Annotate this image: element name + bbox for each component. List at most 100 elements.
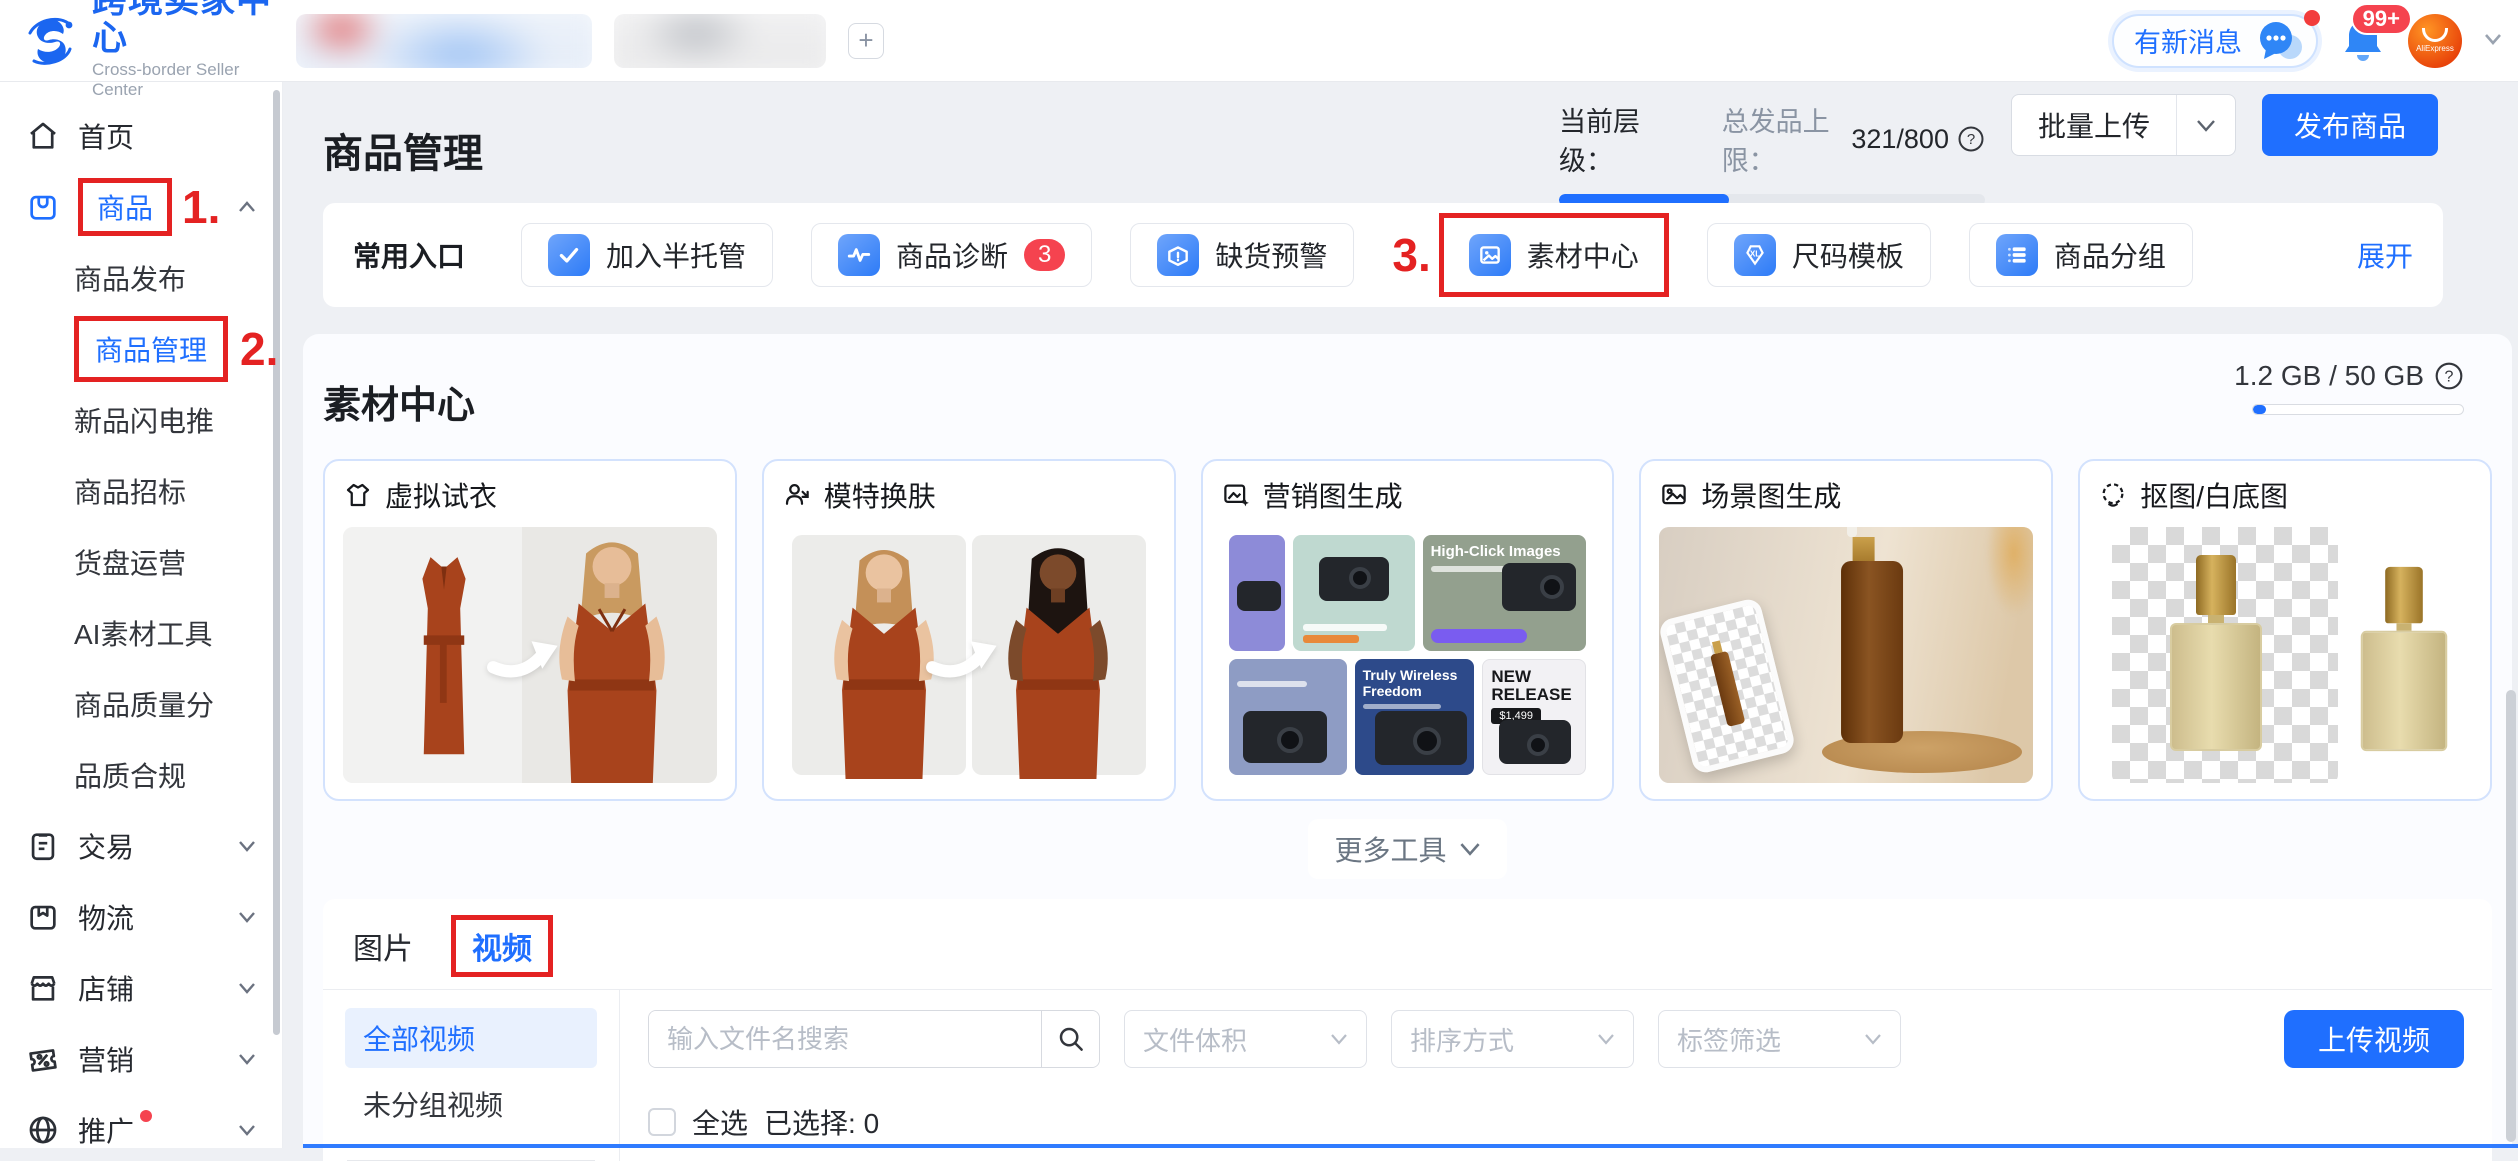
tool-card-title: 营销图生成 bbox=[1263, 475, 1403, 515]
storage-question-circle-icon[interactable]: ? bbox=[2434, 361, 2464, 391]
chevron-down-icon[interactable] bbox=[238, 1124, 256, 1136]
quick-entry-size-template[interactable]: XL 尺码模板 bbox=[1707, 223, 1931, 287]
annotation-box-4: 视频 bbox=[451, 915, 553, 977]
tool-card-preview bbox=[1659, 527, 2033, 783]
tool-card-scene-image[interactable]: 场景图生成 bbox=[1639, 459, 2053, 801]
filter-label: 排序方式 bbox=[1410, 1021, 1514, 1058]
tool-card-virtual-tryon[interactable]: 虚拟试衣 bbox=[323, 459, 737, 801]
question-circle-icon[interactable]: ? bbox=[1957, 125, 1985, 153]
sidebar-item-product-management[interactable]: 商品管理 2. bbox=[0, 325, 282, 373]
sidebar-item-label: 商品管理 bbox=[95, 329, 207, 369]
account-avatar[interactable]: AliExpress bbox=[2408, 14, 2462, 68]
filter-sort-order[interactable]: 排序方式 bbox=[1391, 1010, 1634, 1068]
tool-card-cutout[interactable]: 抠图/白底图 bbox=[2078, 459, 2492, 801]
file-search-box[interactable] bbox=[648, 1010, 1100, 1068]
image-frame-icon bbox=[1659, 480, 1689, 510]
filter-file-size[interactable]: 文件体积 bbox=[1124, 1010, 1367, 1068]
tab-video[interactable]: 视频 bbox=[472, 933, 532, 966]
sidebar-item-product-publish[interactable]: 商品发布 bbox=[0, 254, 282, 302]
sidebar-nav: 首页 商品 1. 商品发布 商品管理 2. 新品闪电推 商品招标 货盘运营 AI… bbox=[0, 82, 283, 1148]
page-scrollbar[interactable] bbox=[2506, 690, 2516, 1142]
chevron-down-icon[interactable] bbox=[238, 840, 256, 852]
tab-image[interactable]: 图片 bbox=[353, 924, 413, 968]
sidebar-item-products[interactable]: 商品 1. bbox=[0, 183, 282, 231]
sidebar-item-product-bidding[interactable]: 商品招标 bbox=[0, 467, 282, 515]
tool-card-model-skin-swap[interactable]: 模特换肤 bbox=[762, 459, 1176, 801]
quick-entry-product-diagnosis[interactable]: 商品诊断 3 bbox=[811, 223, 1092, 287]
expand-link[interactable]: 展开 bbox=[2357, 235, 2413, 275]
sidebar-item-shop[interactable]: 店铺 bbox=[0, 964, 282, 1012]
selected-count-label: 已选择: 0 bbox=[764, 1102, 879, 1142]
sidebar-item-logistics[interactable]: 物流 bbox=[0, 893, 282, 941]
quick-entry-card: 常用入口 加入半托管 商品诊断 3 缺货预警 3. bbox=[323, 203, 2443, 307]
bulk-upload-chevron-down-icon[interactable] bbox=[2177, 95, 2235, 155]
quick-entry-semi-managed[interactable]: 加入半托管 bbox=[521, 223, 773, 287]
sidebar-item-new-product-flash[interactable]: 新品闪电推 bbox=[0, 396, 282, 444]
package-icon bbox=[26, 900, 60, 934]
file-search-input[interactable] bbox=[649, 1011, 1041, 1067]
filter-tag[interactable]: 标签筛选 bbox=[1658, 1010, 1901, 1068]
sidebar-item-label: AI素材工具 bbox=[74, 613, 212, 653]
promotion-red-dot bbox=[140, 1110, 152, 1122]
tool-card-marketing-image[interactable]: 营销图生成 High-C bbox=[1201, 459, 1615, 801]
sidebar-item-trade[interactable]: 交易 bbox=[0, 822, 282, 870]
sidebar-item-label: 营销 bbox=[78, 1039, 134, 1079]
tool-card-preview: High-Click Images bbox=[1221, 527, 1595, 783]
notification-bell-button[interactable]: 99+ bbox=[2340, 17, 2386, 65]
arrow-icon bbox=[484, 632, 576, 678]
image-icon bbox=[1469, 234, 1511, 276]
more-tools-button[interactable]: 更多工具 bbox=[1308, 819, 1506, 879]
current-level-label: 当前层级： bbox=[1559, 100, 1664, 178]
coupon-icon bbox=[26, 1042, 60, 1076]
dress-illustration bbox=[401, 549, 487, 765]
quick-entry-item-label: 加入半托管 bbox=[606, 235, 746, 275]
avatar-smile-icon bbox=[2422, 28, 2448, 42]
sidebar-item-quality-compliance[interactable]: 品质合规 bbox=[0, 751, 282, 799]
sidebar-item-promotion[interactable]: 推广 bbox=[0, 1106, 282, 1154]
annotation-box-1: 商品 bbox=[78, 178, 172, 236]
chevron-up-icon[interactable] bbox=[238, 201, 256, 213]
new-tab-button[interactable]: + bbox=[848, 23, 884, 59]
quick-entry-item-label: 商品诊断 bbox=[896, 235, 1008, 275]
sidebar-item-marketing[interactable]: 营销 bbox=[0, 1035, 282, 1083]
video-groups-sidebar: 全部视频 未分组视频 bbox=[323, 990, 620, 1161]
select-all-checkbox[interactable] bbox=[648, 1108, 676, 1136]
sidebar-item-label: 商品招标 bbox=[74, 471, 186, 511]
tool-card-preview bbox=[2098, 527, 2472, 783]
upload-video-button[interactable]: 上传视频 bbox=[2284, 1010, 2464, 1068]
cutout-icon bbox=[2098, 480, 2128, 510]
quick-entry-stockout-alert[interactable]: 缺货预警 bbox=[1130, 223, 1354, 287]
search-button[interactable] bbox=[1041, 1011, 1099, 1067]
sidebar-item-goods-operation[interactable]: 货盘运营 bbox=[0, 538, 282, 586]
quick-entry-material-center[interactable]: 素材中心 bbox=[1449, 223, 1659, 287]
quick-entry-product-grouping[interactable]: 商品分组 bbox=[1969, 223, 2193, 287]
chevron-down-icon[interactable] bbox=[238, 982, 256, 994]
check-shield-icon bbox=[548, 234, 590, 276]
chevron-down-icon[interactable] bbox=[238, 911, 256, 923]
sidebar-item-ai-material-tools[interactable]: AI素材工具 bbox=[0, 609, 282, 657]
annotation-box-3: 素材中心 bbox=[1439, 213, 1669, 297]
sidebar-item-label: 商品质量分 bbox=[74, 684, 214, 724]
quick-entry-label: 常用入口 bbox=[353, 235, 465, 275]
sidebar-item-label: 品质合规 bbox=[74, 755, 186, 795]
chevron-down-icon[interactable] bbox=[238, 1053, 256, 1065]
diagnosis-pulse-icon bbox=[838, 234, 880, 276]
sidebar-item-label: 新品闪电推 bbox=[74, 400, 214, 440]
material-center-section: 素材中心 1.2 GB / 50 GB ? 虚拟试衣 bbox=[303, 334, 2512, 1148]
app-subtitle: Cross-border Seller Center bbox=[92, 60, 290, 100]
svg-text:?: ? bbox=[2445, 367, 2454, 385]
publish-product-button[interactable]: 发布商品 bbox=[2262, 94, 2438, 156]
account-chevron-down-icon[interactable] bbox=[2484, 33, 2500, 49]
sidebar-scrollbar[interactable] bbox=[273, 90, 280, 1035]
new-message-pill[interactable]: 有新消息 bbox=[2112, 14, 2318, 68]
sidebar-item-label: 物流 bbox=[78, 897, 134, 937]
browser-tab-redacted-2[interactable] bbox=[614, 14, 826, 68]
sidebar-item-home[interactable]: 首页 bbox=[0, 112, 282, 160]
group-item-all-videos[interactable]: 全部视频 bbox=[345, 1008, 597, 1068]
group-item-ungrouped-videos[interactable]: 未分组视频 bbox=[345, 1074, 597, 1134]
gold-bottle-left bbox=[2170, 555, 2262, 751]
amber-bottle bbox=[1841, 561, 1903, 743]
bulk-upload-button[interactable]: 批量上传 bbox=[2011, 94, 2236, 156]
sidebar-item-product-quality-score[interactable]: 商品质量分 bbox=[0, 680, 282, 728]
browser-tab-redacted-1[interactable] bbox=[296, 14, 592, 68]
